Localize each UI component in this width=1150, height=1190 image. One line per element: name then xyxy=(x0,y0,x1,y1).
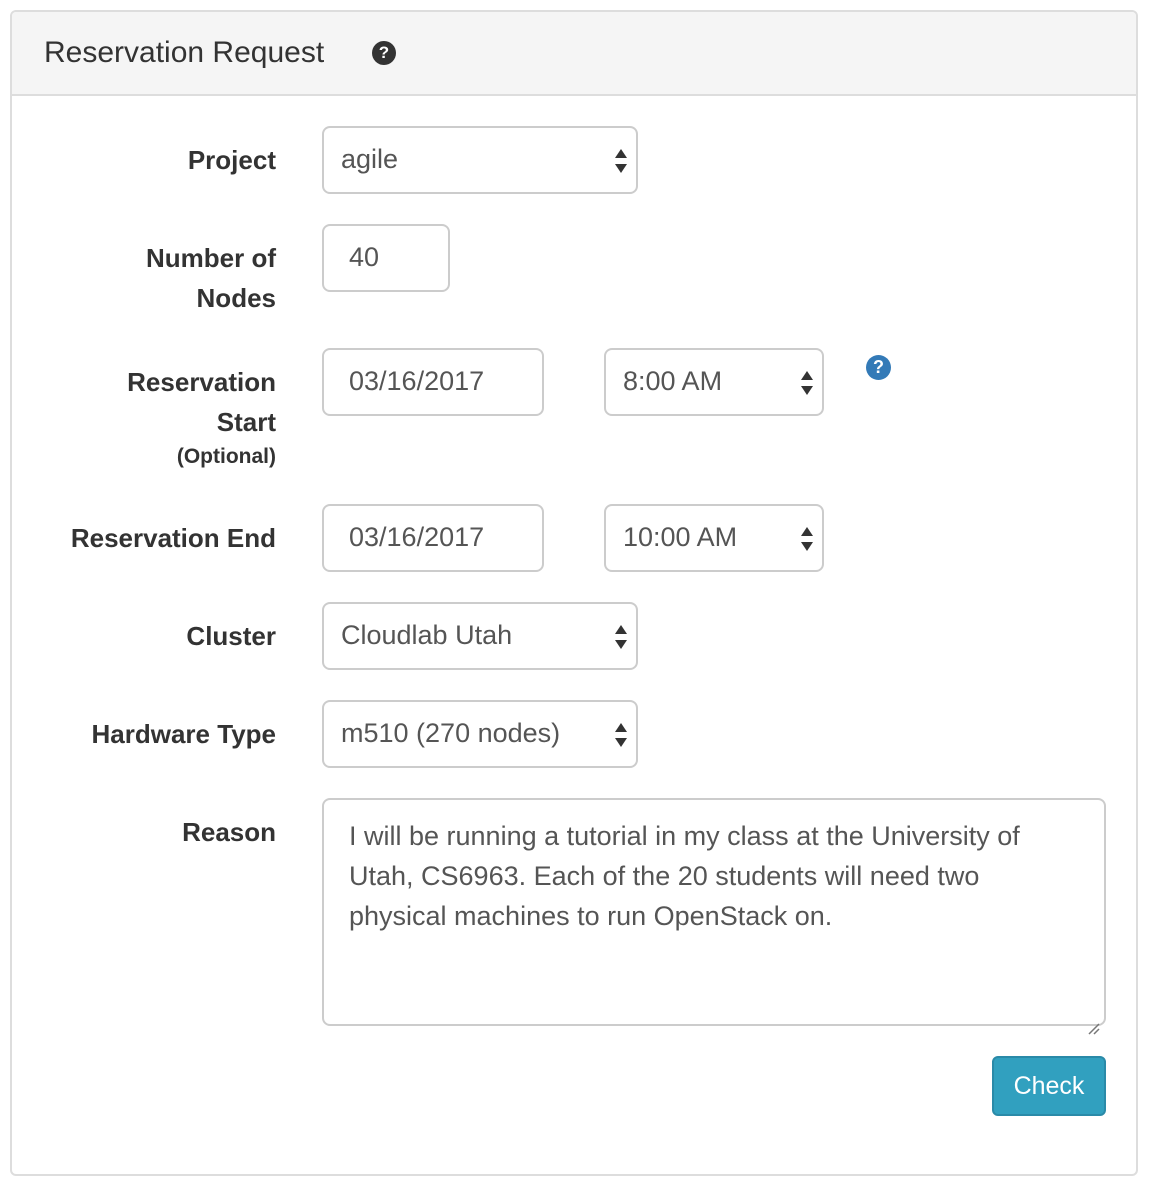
cluster-label: Cluster xyxy=(186,621,276,651)
start-label-optional: (Optional) xyxy=(176,445,276,468)
nodes-input[interactable]: 40 xyxy=(322,224,450,292)
end-label: Reservation End xyxy=(70,523,276,553)
project-select-value: agile xyxy=(341,144,399,174)
reason-textarea[interactable]: I will be running a tutorial in my class… xyxy=(322,798,1106,1035)
question-circle-icon[interactable]: ? xyxy=(866,355,891,380)
reason-label: Reason xyxy=(182,817,276,847)
project-select[interactable]: agile xyxy=(322,126,638,194)
cluster-select[interactable]: Cloudlab Utah xyxy=(322,602,638,670)
hardware-select-value: m510 (270 nodes) xyxy=(341,718,561,748)
start-date-input[interactable]: 03/16/2017 xyxy=(322,348,544,416)
start-label: Reservation Start (Optional) xyxy=(127,362,276,472)
check-button[interactable]: Check xyxy=(992,1056,1106,1116)
resize-grip-icon[interactable] xyxy=(1086,1006,1100,1035)
project-label: Project xyxy=(187,145,276,175)
nodes-input-value: 40 xyxy=(349,242,380,272)
end-time-select[interactable]: 10:00 AM xyxy=(604,504,824,572)
hardware-select[interactable]: m510 (270 nodes) xyxy=(322,700,638,768)
panel-heading: Reservation Request ? xyxy=(12,12,1136,96)
start-label-line2: Start xyxy=(216,407,276,437)
select-arrows-icon xyxy=(614,721,628,749)
select-arrows-icon xyxy=(800,369,814,397)
start-label-line1: Reservation xyxy=(127,367,276,397)
start-time-select[interactable]: 8:00 AM xyxy=(604,348,824,416)
cluster-select-value: Cloudlab Utah xyxy=(341,620,513,650)
end-date-input[interactable]: 03/16/2017 xyxy=(322,504,544,572)
nodes-label-line1: Number of xyxy=(146,243,276,273)
end-time-value: 10:00 AM xyxy=(623,522,738,552)
nodes-label: Number of Nodes xyxy=(146,238,276,318)
end-date-value: 03/16/2017 xyxy=(349,522,485,552)
reason-text: I will be running a tutorial in my class… xyxy=(349,821,1020,931)
select-arrows-icon xyxy=(614,623,628,651)
select-arrows-icon xyxy=(800,525,814,553)
nodes-label-line2: Nodes xyxy=(196,283,276,313)
select-arrows-icon xyxy=(614,147,628,175)
start-date-value: 03/16/2017 xyxy=(349,366,485,396)
question-circle-icon[interactable]: ? xyxy=(372,41,396,65)
panel-title: Reservation Request xyxy=(44,36,325,69)
start-time-value: 8:00 AM xyxy=(623,366,723,396)
hardware-label: Hardware Type xyxy=(91,719,276,749)
